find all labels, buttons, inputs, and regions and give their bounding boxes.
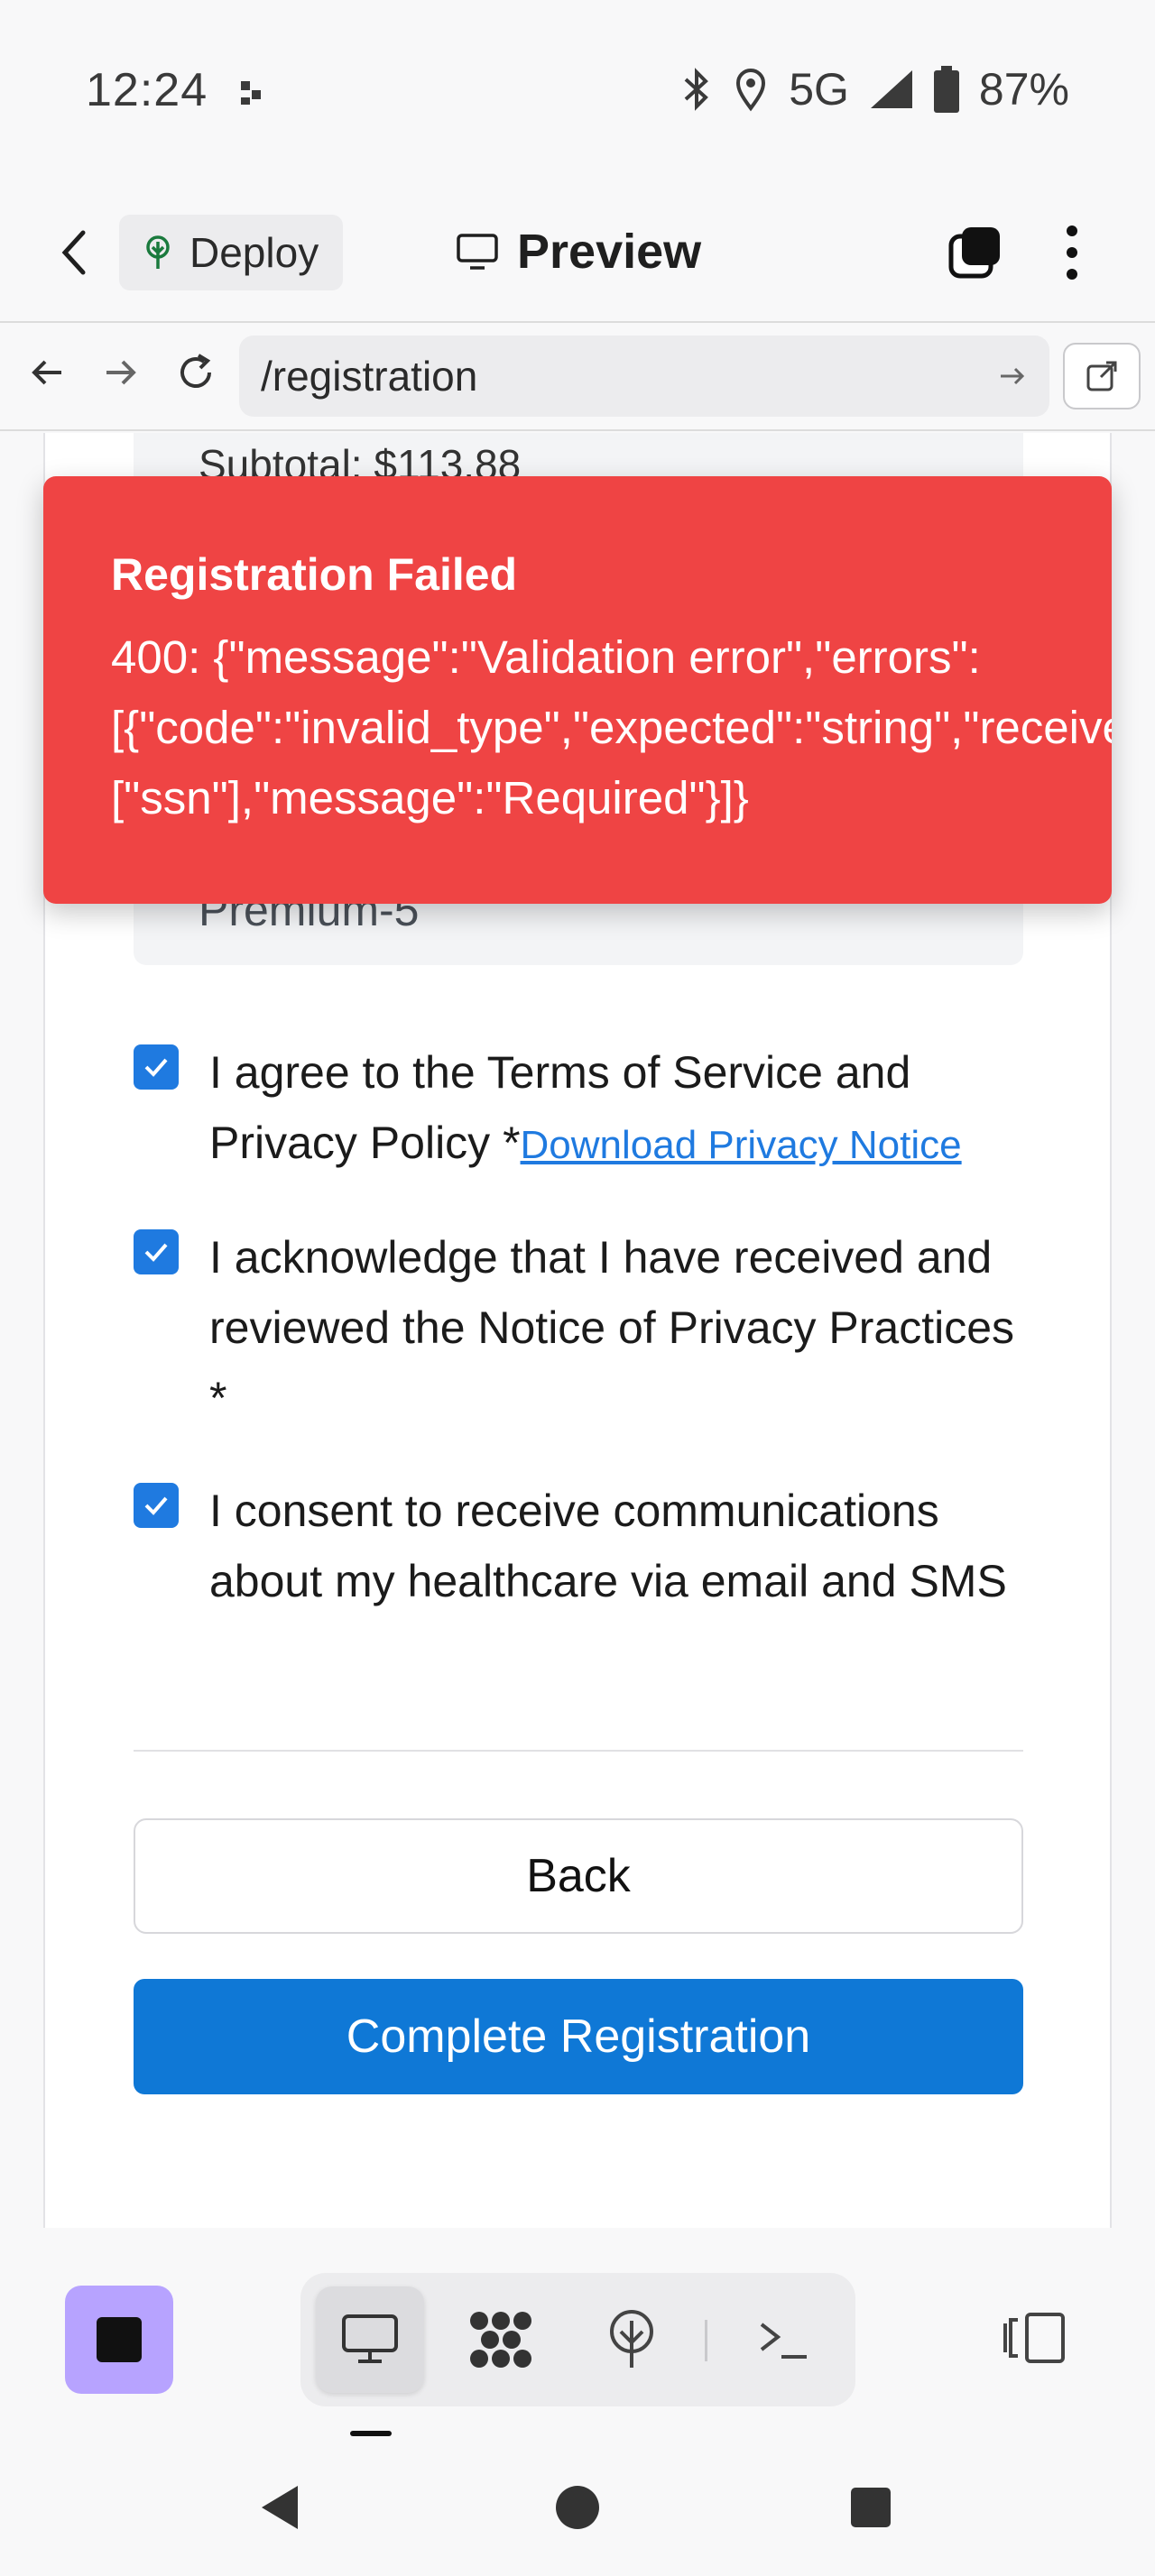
url-text: /registration: [261, 353, 478, 400]
reload-icon[interactable]: [173, 350, 218, 395]
preview-title-text: Preview: [517, 225, 702, 279]
download-privacy-notice-link[interactable]: Download Privacy Notice: [521, 1123, 962, 1167]
sidebar-toggle-icon[interactable]: [1002, 2311, 1068, 2365]
nav-recents-icon[interactable]: [844, 2480, 898, 2535]
arrow-right-icon[interactable]: [97, 350, 143, 395]
privacy-notice-label: I acknowledge that I have received and r…: [209, 1232, 1015, 1423]
stacked-squares-icon[interactable]: [947, 225, 1002, 280]
communications-label: I consent to receive communications abou…: [209, 1486, 1007, 1606]
monitor-icon: [457, 234, 498, 270]
stop-button[interactable]: [65, 2286, 173, 2394]
tab-workspace[interactable]: [447, 2286, 555, 2393]
notification-dots-icon: [241, 81, 261, 105]
tab-preview[interactable]: [316, 2286, 424, 2393]
tab-separator: [705, 2320, 707, 2361]
toast-title: Registration Failed: [111, 549, 518, 600]
signal-icon: [870, 70, 912, 108]
url-input[interactable]: /registration: [239, 336, 1049, 417]
back-icon[interactable]: [56, 227, 92, 278]
view-switcher: [300, 2273, 855, 2406]
network-type: 5G: [789, 64, 849, 115]
preview-title: Preview: [456, 224, 701, 280]
active-tab-indicator: [350, 2431, 392, 2436]
status-bar: 12:24 5G 87%: [0, 0, 1155, 180]
error-toast[interactable]: Registration Failed 400: {"message":"Val…: [43, 476, 1112, 904]
deploy-label: Deploy: [189, 229, 319, 276]
deploy-tree-icon: [146, 235, 170, 269]
external-link-icon: [1086, 361, 1117, 391]
status-icons: 5G 87%: [680, 63, 1069, 115]
more-vertical-icon[interactable]: [1056, 224, 1088, 281]
bottom-dock: [0, 2228, 1155, 2444]
checkmark-icon: [144, 1496, 168, 1515]
battery-icon: [933, 66, 959, 113]
monitor-icon: [342, 2314, 398, 2363]
terminal-icon: [760, 2323, 807, 2359]
privacy-notice-checkbox[interactable]: [134, 1229, 179, 1274]
nav-home-icon[interactable]: [550, 2480, 605, 2535]
app-header: Deploy Preview: [0, 180, 1155, 323]
back-button[interactable]: Back: [134, 1818, 1023, 1934]
battery-level: 87%: [978, 64, 1069, 115]
status-time: 12:24: [86, 64, 208, 116]
communications-checkbox[interactable]: [134, 1483, 179, 1528]
url-row: /registration: [0, 323, 1155, 431]
bluetooth-icon: [684, 68, 709, 111]
stop-icon: [97, 2317, 142, 2362]
tab-terminal[interactable]: [729, 2286, 837, 2393]
toast-message: 400: {"message":"Validation error","erro…: [111, 631, 1112, 823]
checkmark-icon: [144, 1243, 168, 1262]
tab-deploy[interactable]: [578, 2286, 686, 2393]
open-external-button[interactable]: [1063, 343, 1141, 409]
go-arrow-icon[interactable]: [997, 361, 1028, 391]
nav-back-icon[interactable]: [254, 2480, 309, 2535]
system-navigation: [0, 2444, 1155, 2576]
workspace-icon: [470, 2312, 531, 2368]
deploy-button[interactable]: Deploy: [119, 215, 343, 290]
deploy-icon: [610, 2310, 653, 2368]
complete-registration-button[interactable]: Complete Registration: [134, 1979, 1023, 2094]
terms-label: I agree to the Terms of Service and Priv…: [209, 1037, 1040, 1181]
location-icon: [736, 69, 766, 112]
checkmark-icon: [144, 1058, 168, 1077]
arrow-left-icon[interactable]: [25, 350, 70, 395]
divider: [134, 1750, 1023, 1752]
terms-checkbox[interactable]: [134, 1044, 179, 1090]
